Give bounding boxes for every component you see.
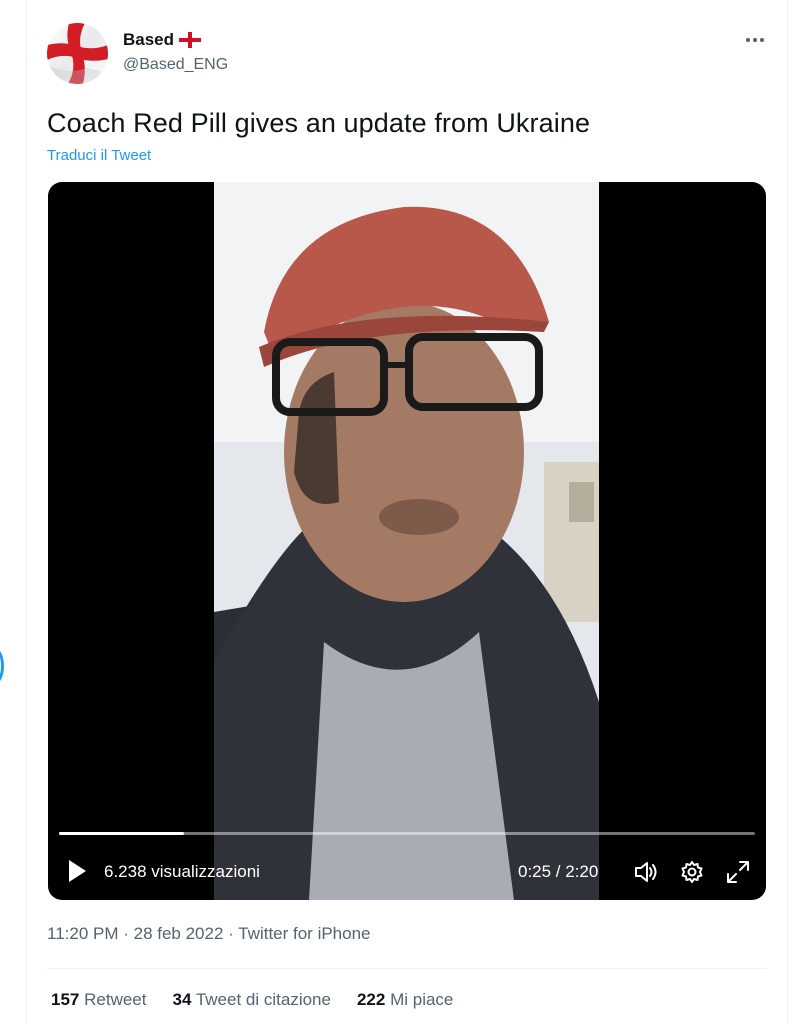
author-name-row[interactable]: Based [123, 30, 202, 50]
video-time: 0:25 / 2:20 [518, 862, 599, 881]
likes-stat[interactable]: 222 Mi piace [357, 990, 453, 1010]
author-handle[interactable]: @Based_ENG [123, 56, 228, 74]
more-options-button[interactable] [739, 26, 771, 54]
fullscreen-icon [727, 861, 749, 883]
tweet-text: Coach Red Pill gives an update from Ukra… [47, 108, 591, 138]
video-progress-bar[interactable] [59, 832, 755, 835]
retweets-label: Retweet [84, 990, 147, 1009]
divider [47, 968, 767, 969]
volume-button[interactable] [632, 858, 660, 886]
play-icon [69, 860, 86, 882]
tweet: Based @Based_ENG Coach Red Pill gives an… [27, 0, 787, 1024]
video-progress-fill [59, 832, 185, 835]
side-scroll-indicator[interactable] [0, 648, 4, 684]
video-controls: 6.238 visualizzazioni 0:25 / 2:20 [48, 850, 766, 894]
video-thumbnail [214, 182, 599, 900]
tweet-timestamp[interactable]: 11:20 PM · 28 feb 2022 · Twitter for iPh… [47, 924, 371, 944]
likes-count: 222 [356, 990, 386, 1009]
speaker-icon [635, 862, 657, 882]
england-flag-icon [179, 32, 202, 48]
quotes-label: Tweet di citazione [195, 990, 331, 1009]
settings-button[interactable] [678, 858, 706, 886]
play-button[interactable] [66, 858, 88, 884]
avatar[interactable] [47, 23, 108, 84]
video-player[interactable]: 6.238 visualizzazioni 0:25 / 2:20 [48, 182, 766, 900]
quotes-stat[interactable]: 34 Tweet di citazione [172, 990, 330, 1010]
gear-icon [681, 861, 703, 883]
translate-tweet-link[interactable]: Traduci il Tweet [47, 147, 151, 164]
fullscreen-button[interactable] [724, 858, 752, 886]
quotes-count: 34 [172, 990, 192, 1009]
view-count: 6.238 visualizzazioni [104, 862, 260, 881]
video-frame[interactable] [214, 182, 599, 900]
retweets-stat[interactable]: 157 Retweet [51, 990, 146, 1010]
column-border-right [787, 0, 788, 1024]
retweets-count: 157 [51, 990, 80, 1009]
tweet-stats: 157 Retweet 34 Tweet di citazione 222 Mi… [51, 990, 453, 1010]
more-icon [746, 38, 764, 42]
likes-label: Mi piace [390, 990, 454, 1009]
display-name[interactable]: Based [123, 30, 174, 50]
avatar-flag-image [47, 23, 108, 84]
